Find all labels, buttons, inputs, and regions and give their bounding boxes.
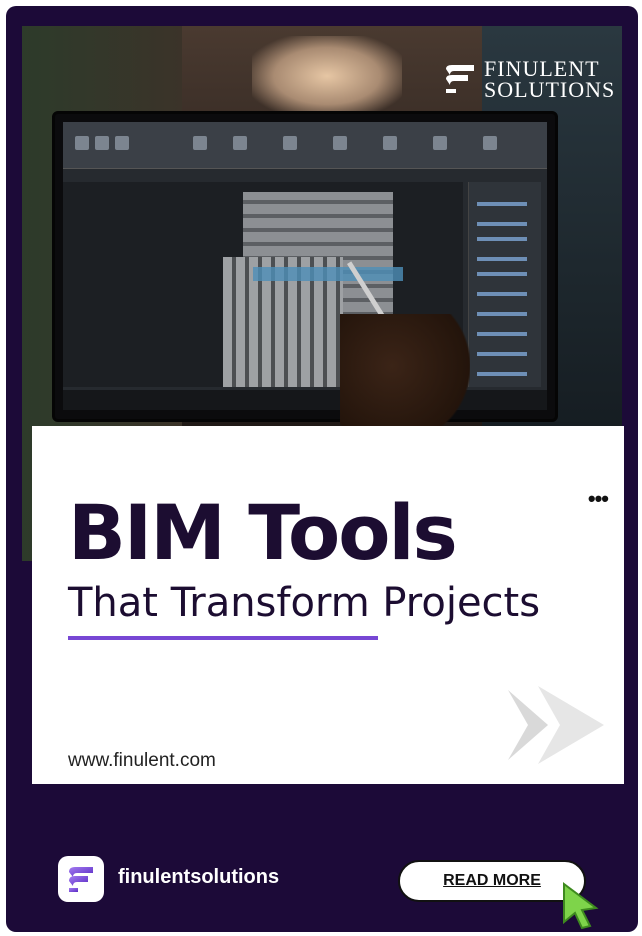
more-horizontal-icon[interactable]: ••• [588,486,609,512]
bim-software-screen [63,122,547,410]
pointer-cursor-icon [563,882,599,930]
finulent-logo-icon [446,65,474,93]
accent-underline [68,636,378,640]
post-card: FINULENT SOLUTIONS ••• BIM Tools That Tr… [6,6,638,932]
side-panel [468,182,541,387]
hand [340,314,470,444]
post-headline: BIM Tools [68,488,458,577]
read-more-button[interactable]: READ MORE [398,860,586,902]
logo-wordmark-line1: FINULENT [484,56,600,81]
logo-wordmark-line2: SOLUTIONS [484,77,616,102]
brand-logo: FINULENT SOLUTIONS [442,54,622,104]
account-handle[interactable]: finulentsolutions [118,866,279,889]
double-arrow-icon [508,686,604,764]
software-ribbon [63,122,547,169]
title-card: ••• BIM Tools That Transform Projects ww… [32,426,624,784]
account-avatar[interactable] [58,856,104,902]
finulent-logo-icon [69,867,93,892]
monitor [52,111,558,422]
post-subheadline: That Transform Projects [68,580,541,626]
website-url[interactable]: www.finulent.com [68,750,216,772]
